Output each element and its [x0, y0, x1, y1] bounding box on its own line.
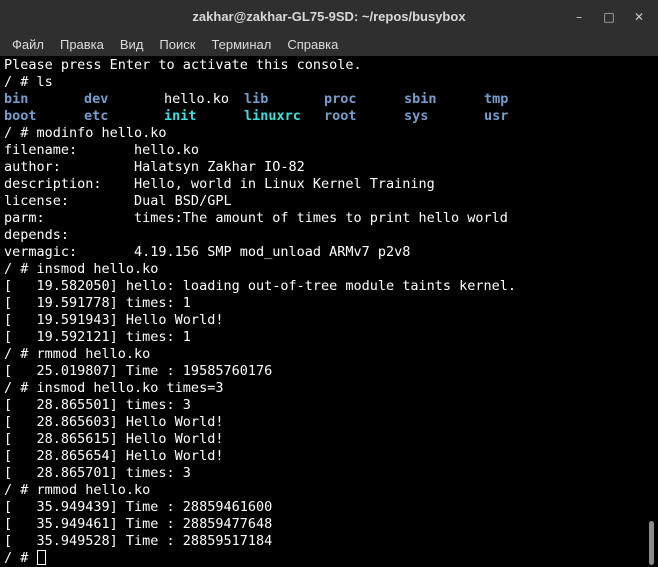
terminal-line: / # ls: [4, 74, 53, 90]
ls-entry-dir: lib: [244, 91, 269, 107]
menu-search[interactable]: Поиск: [151, 35, 203, 54]
terminal-lines: Please press Enter to activate this cons…: [0, 57, 645, 567]
menu-edit[interactable]: Правка: [52, 35, 112, 54]
ls-entry-dir: etc: [84, 108, 109, 124]
ls-entry-dir: tmp: [484, 91, 509, 107]
maximize-icon[interactable]: □: [594, 0, 624, 33]
ls-entry-dir: sbin: [404, 91, 437, 107]
terminal-line: author: Halatsyn Zakhar IO-82: [4, 159, 305, 175]
shell-prompt: / #: [4, 550, 37, 566]
ls-entry-dir: dev: [84, 91, 109, 107]
terminal-line: depends:: [4, 227, 70, 243]
terminal-line: / # rmmod hello.ko: [4, 346, 151, 362]
window-title: zakhar@zakhar-GL75-9SD: ~/repos/busybox: [192, 9, 466, 24]
close-icon[interactable]: ✕: [624, 0, 654, 33]
terminal-line: / # insmod hello.ko times=3: [4, 380, 224, 396]
terminal-line: filename: hello.ko: [4, 142, 200, 158]
text-cursor: [36, 550, 46, 565]
terminal-line: [ 28.865701] times: 3: [4, 465, 191, 481]
terminal-line: vermagic: 4.19.156 SMP mod_unload ARMv7 …: [4, 244, 411, 260]
ls-entry-dir: proc: [324, 91, 357, 107]
terminal-line: [ 19.582050] hello: loading out-of-tree …: [4, 278, 517, 294]
ls-entry-dir: bin: [4, 91, 29, 107]
ls-entry-dir: boot: [4, 108, 37, 124]
menu-help[interactable]: Справка: [279, 35, 346, 54]
terminal-line: / # rmmod hello.ko: [4, 482, 151, 498]
menu-bar: Файл Правка Вид Поиск Терминал Справка: [0, 33, 658, 56]
terminal-line: [ 28.865615] Hello World!: [4, 431, 224, 447]
terminal-line: description: Hello, world in Linux Kerne…: [4, 176, 435, 192]
terminal-line: [ 28.865501] times: 3: [4, 397, 191, 413]
scrollbar[interactable]: [645, 57, 658, 567]
terminal-line: parm: times:The amount of times to print…: [4, 210, 508, 226]
ls-entry-dir: usr: [484, 108, 509, 124]
terminal-line: [ 19.591778] times: 1: [4, 295, 191, 311]
title-bar[interactable]: zakhar@zakhar-GL75-9SD: ~/repos/busybox …: [0, 0, 658, 34]
ls-entry-file: hello.ko: [164, 91, 230, 107]
terminal-line: / # insmod hello.ko: [4, 261, 159, 277]
ls-output-row: bin dev hello.ko lib proc sbin tmp: [4, 91, 645, 108]
terminal-window: zakhar@zakhar-GL75-9SD: ~/repos/busybox …: [0, 0, 658, 567]
terminal-line: [ 35.949528] Time : 28859517184: [4, 533, 273, 549]
ls-entry-link: init: [164, 108, 197, 124]
terminal-line: [ 19.592121] times: 1: [4, 329, 191, 345]
terminal-line: [ 25.019807] Time : 19585760176: [4, 363, 273, 379]
ls-entry-dir: sys: [404, 108, 429, 124]
terminal-line: [ 28.865603] Hello World!: [4, 414, 224, 430]
scrollbar-thumb[interactable]: [649, 521, 654, 565]
terminal-line: license: Dual BSD/GPL: [4, 193, 232, 209]
window-controls: – □ ✕: [564, 0, 654, 33]
terminal-line: [ 28.865654] Hello World!: [4, 448, 224, 464]
ls-entry-link: linuxrc: [244, 108, 301, 124]
menu-terminal[interactable]: Терминал: [203, 35, 279, 54]
menu-file[interactable]: Файл: [4, 35, 52, 54]
terminal-output[interactable]: Please press Enter to activate this cons…: [0, 57, 645, 567]
terminal-line: / # modinfo hello.ko: [4, 125, 167, 141]
terminal-line: Please press Enter to activate this cons…: [4, 57, 362, 73]
terminal-line: [ 19.591943] Hello World!: [4, 312, 224, 328]
ls-output-row: boot etc init linuxrc root sys usr: [4, 108, 645, 125]
terminal-line: [ 35.949461] Time : 28859477648: [4, 516, 273, 532]
prompt-line[interactable]: / #: [4, 550, 645, 567]
menu-view[interactable]: Вид: [112, 35, 152, 54]
ls-entry-dir: root: [324, 108, 357, 124]
terminal-line: [ 35.949439] Time : 28859461600: [4, 499, 273, 515]
minimize-icon[interactable]: –: [564, 0, 594, 33]
